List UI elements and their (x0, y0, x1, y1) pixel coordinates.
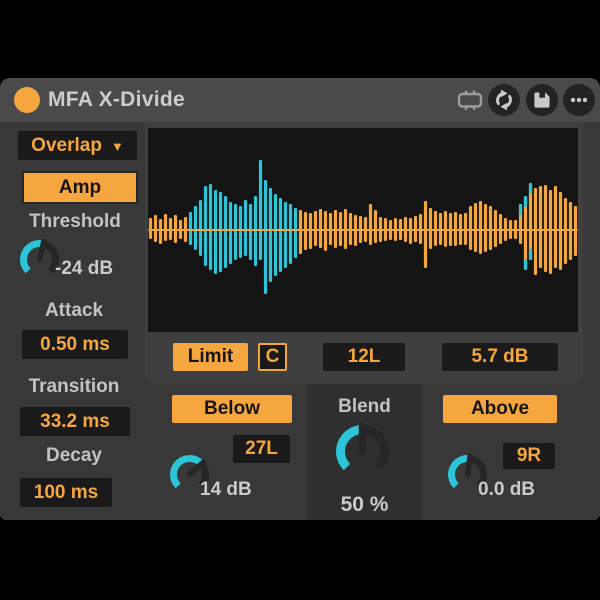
attack-label: Attack (0, 300, 148, 322)
knob-arc (174, 459, 202, 486)
screen-background: MFA X-Divide (0, 0, 600, 600)
amp-toggle-button[interactable]: Amp (22, 171, 138, 204)
waveform-bar (204, 186, 207, 266)
waveform-bar (544, 185, 547, 272)
blend-knob[interactable] (334, 423, 391, 480)
waveform-bar (279, 198, 282, 272)
waveform-bar (149, 218, 152, 239)
waveform-bar (549, 190, 552, 274)
decay-label: Decay (0, 445, 148, 467)
hot-swap-button[interactable] (488, 84, 520, 116)
hot-swap-icon (488, 84, 520, 116)
mode-dropdown[interactable]: Overlap ▼ (18, 131, 137, 160)
mode-dropdown-value: Overlap (31, 135, 102, 157)
waveform-bar (234, 204, 237, 260)
waveform-zero-line (148, 229, 578, 231)
waveform-bar (429, 208, 432, 249)
attack-value-field[interactable]: 0.50 ms (22, 330, 128, 359)
device-title: MFA X-Divide (48, 78, 185, 122)
waveform-bar (484, 204, 487, 252)
crossover-pan-field[interactable]: 12L (323, 343, 405, 371)
waveform-bar (474, 203, 477, 252)
waveform-bar (374, 210, 377, 243)
waveform-bar (529, 249, 532, 260)
chevron-down-icon: ▼ (111, 139, 124, 154)
waveform-bar (294, 208, 297, 258)
threshold-value: -24 dB (55, 258, 113, 280)
waveform-bar (554, 186, 557, 268)
crossover-gain-field[interactable]: 5.7 dB (442, 343, 558, 371)
above-pan-field[interactable]: 9R (503, 443, 555, 469)
waveform-bar (529, 183, 532, 260)
limit-toggle-button[interactable]: Limit (173, 343, 248, 371)
mfa-x-divide-device: MFA X-Divide (0, 78, 600, 520)
save-icon (526, 84, 558, 116)
below-gain-value: 14 dB (200, 479, 252, 501)
waveform-bar (289, 204, 292, 264)
waveform-bar (519, 204, 522, 215)
waveform-bar (164, 214, 167, 241)
waveform-bar (489, 206, 492, 250)
device-activator-button[interactable] (14, 87, 40, 113)
waveform-bar (424, 201, 427, 268)
transition-label: Transition (0, 376, 148, 398)
waveform-bar (284, 202, 287, 268)
waveform-bar (494, 210, 497, 247)
waveform-bar (524, 196, 527, 270)
waveform-bar (529, 183, 532, 194)
waveform-bar (209, 184, 212, 270)
waveform-bar (244, 200, 247, 256)
more-options-button[interactable] (563, 84, 595, 116)
waveform-bar (259, 160, 262, 260)
blend-value: 50 % (307, 493, 422, 517)
waveform-bar (299, 210, 302, 254)
waveform-bar (539, 186, 542, 268)
transition-value-field[interactable]: 33.2 ms (20, 407, 130, 436)
more-options-icon (563, 84, 595, 116)
waveform-bar (264, 180, 267, 294)
above-toggle-button[interactable]: Above (443, 395, 557, 423)
waveform-bar (224, 196, 227, 268)
waveform-bar (319, 209, 322, 248)
waveform-bar (194, 206, 197, 250)
waveform-bar (269, 188, 272, 282)
waveform-bar (199, 200, 202, 256)
device-title-bar: MFA X-Divide (0, 78, 600, 122)
waveform-bar (154, 215, 157, 242)
waveform-bar (524, 259, 527, 270)
blend-label: Blend (307, 396, 422, 418)
below-toggle-button[interactable]: Below (172, 395, 292, 423)
save-preset-button[interactable] (526, 84, 558, 116)
waveform-bar (229, 202, 232, 264)
waveform-bar (159, 219, 162, 244)
waveform-bar (469, 206, 472, 250)
waveform-bar (239, 206, 242, 258)
device-hardware-icon[interactable] (456, 89, 484, 111)
above-gain-value: 0.0 dB (478, 479, 535, 501)
knob-pointer (468, 456, 471, 474)
below-pan-field[interactable]: 27L (233, 435, 290, 463)
waveform-bar (274, 194, 277, 276)
waveform-bar (314, 211, 317, 246)
waveform-bar (214, 190, 217, 274)
waveform-bar (434, 211, 437, 246)
waveform-bar (479, 201, 482, 254)
crossover-listen-button[interactable]: C (258, 343, 287, 371)
waveform-bar (524, 196, 527, 207)
threshold-label: Threshold (0, 211, 150, 233)
decay-value-field[interactable]: 100 ms (20, 478, 112, 507)
waveform-bar (369, 204, 372, 245)
waveform-bar (249, 204, 252, 260)
waveform-bar (219, 192, 222, 272)
waveform-bar (189, 212, 192, 245)
waveform-display (148, 128, 578, 332)
waveform-bar (534, 188, 537, 275)
